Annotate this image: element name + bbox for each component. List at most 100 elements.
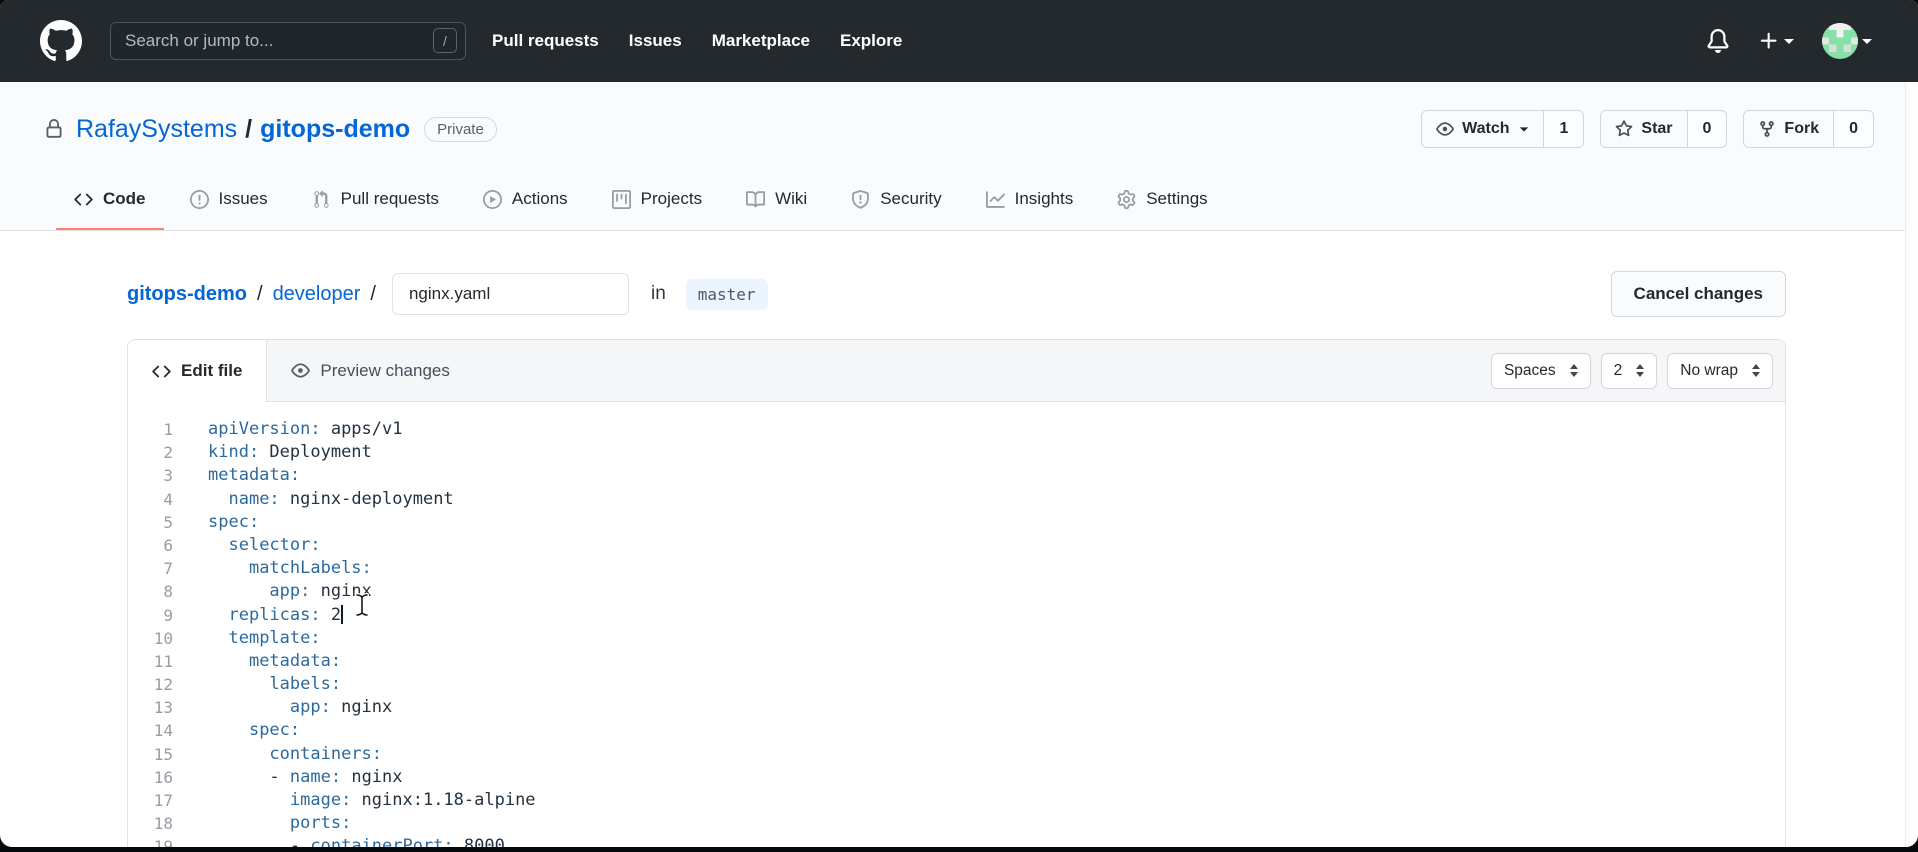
create-new-button[interactable] [1758, 30, 1794, 52]
play-icon [482, 189, 502, 209]
tab-label: Wiki [775, 189, 808, 208]
breadcrumb: gitops-demo / developer / in master [127, 273, 768, 315]
repo-title-separator: / [245, 114, 253, 143]
select-value: No wrap [1680, 361, 1738, 379]
tab-pull-requests[interactable]: Pull requests [294, 170, 457, 230]
star-count[interactable]: 0 [1687, 110, 1728, 148]
code-editor[interactable]: 1 apiVersion: apps/v1 2 kind: Deployment 3 me… [128, 402, 1785, 847]
code-line[interactable]: 17 image: nginx:1.18-alpine [128, 789, 1785, 812]
cancel-changes-button[interactable]: Cancel changes [1610, 271, 1786, 317]
line-number: 4 [163, 489, 173, 509]
nav-explore[interactable]: Explore [840, 31, 902, 50]
code-line[interactable]: 15 containers: [128, 743, 1785, 766]
scrollbar-track[interactable] [1905, 82, 1918, 847]
line-number: 8 [163, 582, 173, 602]
line-number: 5 [163, 512, 173, 532]
repo-name-link[interactable]: gitops-demo [260, 115, 410, 143]
text-cursor-pointer [354, 592, 370, 623]
code-line[interactable]: 9 replicas: 2 [128, 604, 1785, 627]
code-text: kind: Deployment [208, 442, 372, 463]
fork-count[interactable]: 0 [1834, 110, 1874, 148]
file-editor-panel: Edit file Preview changes Spaces 2 No wrap … [127, 339, 1786, 847]
tab-label: Code [103, 189, 146, 208]
code-line[interactable]: 13 app: nginx [128, 696, 1785, 719]
watch-count[interactable]: 1 [1544, 110, 1585, 148]
fork-group: Fork 0 [1743, 110, 1874, 148]
header-right-cluster [1706, 23, 1872, 59]
code-line[interactable]: 12 labels: [128, 673, 1785, 696]
browser-viewport: / Pull requests Issues Marketplace Explore [0, 0, 1918, 847]
select-2[interactable]: 2 [1600, 352, 1658, 389]
shield-icon [851, 189, 870, 209]
tab-security[interactable]: Security [833, 170, 959, 230]
repo-owner-link[interactable]: RafaySystems [76, 115, 237, 143]
nav-pull-requests[interactable]: Pull requests [492, 31, 599, 50]
tab-settings[interactable]: Settings [1099, 170, 1225, 230]
line-number: 6 [163, 535, 173, 555]
code-line[interactable]: 5 spec: [128, 511, 1785, 534]
code-line[interactable]: 7 matchLabels: [128, 557, 1785, 580]
code-line[interactable]: 11 metadata: [128, 650, 1785, 673]
editor-toolbar: Edit file Preview changes Spaces 2 No wrap [128, 340, 1785, 402]
line-number: 3 [163, 466, 173, 486]
fork-button[interactable]: Fork [1743, 110, 1835, 148]
tab-wiki[interactable]: Wiki [728, 170, 825, 230]
eye-icon [1436, 120, 1454, 138]
breadcrumb-folder-link[interactable]: developer [273, 283, 361, 306]
editor-tab-preview-changes[interactable]: Preview changes [267, 340, 473, 401]
tab-label: Insights [1014, 189, 1074, 208]
user-menu[interactable] [1822, 23, 1872, 59]
code-line[interactable]: 18 ports: [128, 812, 1785, 835]
branch-badge: master [685, 278, 768, 310]
code-line[interactable]: 8 app: nginx [128, 580, 1785, 603]
github-logo-icon[interactable] [40, 20, 82, 62]
repo-action-buttons: Watch 1 Star 0 Fork 0 [1421, 110, 1874, 148]
code-line[interactable]: 3 metadata: [128, 464, 1785, 487]
code-line[interactable]: 1 apiVersion: apps/v1 [128, 418, 1785, 441]
code-text: app: nginx [269, 581, 372, 602]
star-button[interactable]: Star [1600, 110, 1688, 148]
tab-insights[interactable]: Insights [968, 170, 1092, 230]
breadcrumb-repo-link[interactable]: gitops-demo [127, 283, 247, 306]
slash-shortcut-key: / [433, 28, 457, 53]
code-line[interactable]: 19 - containerPort: 8000 [128, 835, 1785, 847]
lock-icon [44, 119, 64, 139]
line-number: 19 [153, 837, 173, 847]
code-line[interactable]: 10 template: [128, 627, 1785, 650]
tab-label: Issues [218, 189, 268, 208]
code-text: - name: nginx [269, 766, 403, 787]
tab-issues[interactable]: Issues [172, 170, 286, 230]
tab-projects[interactable]: Projects [594, 170, 720, 230]
code-text: apiVersion: apps/v1 [208, 419, 403, 439]
repo-header: RafaySystems / gitops-demo Private Watch 1 S… [0, 82, 1918, 231]
watch-button[interactable]: Watch [1421, 110, 1545, 148]
search-input[interactable] [110, 22, 466, 60]
code-icon [152, 362, 171, 381]
tab-label: Actions [511, 189, 568, 208]
gear-icon [1117, 189, 1136, 209]
select-no-wrap[interactable]: No wrap [1667, 352, 1773, 389]
nav-issues[interactable]: Issues [629, 31, 682, 50]
code-text: template: [228, 627, 321, 648]
select-spaces[interactable]: Spaces [1490, 352, 1591, 389]
editor-tab-edit-file[interactable]: Edit file [128, 340, 268, 402]
file-breadcrumb-row: gitops-demo / developer / in master Canc… [127, 271, 1786, 317]
code-line[interactable]: 16 - name: nginx [128, 766, 1785, 789]
tab-code[interactable]: Code [56, 170, 164, 230]
code-text: - containerPort: 8000 [289, 836, 505, 847]
tab-actions[interactable]: Actions [465, 170, 586, 230]
code-line[interactable]: 14 spec: [128, 719, 1785, 742]
fork-label: Fork [1784, 120, 1820, 137]
code-text: metadata: [248, 650, 342, 671]
code-line[interactable]: 6 selector: [128, 534, 1785, 557]
notifications-bell-icon[interactable] [1706, 29, 1730, 53]
filename-input[interactable] [391, 273, 629, 315]
caret-down-icon [1784, 38, 1794, 44]
line-number: 14 [153, 721, 173, 741]
code-line[interactable]: 2 kind: Deployment [128, 441, 1785, 464]
editor-tab-group: Edit file Preview changes [128, 340, 474, 402]
code-text: name: nginx-deployment [228, 488, 454, 509]
code-line[interactable]: 4 name: nginx-deployment [128, 488, 1785, 511]
nav-marketplace[interactable]: Marketplace [712, 31, 810, 50]
line-number: 11 [153, 651, 173, 671]
